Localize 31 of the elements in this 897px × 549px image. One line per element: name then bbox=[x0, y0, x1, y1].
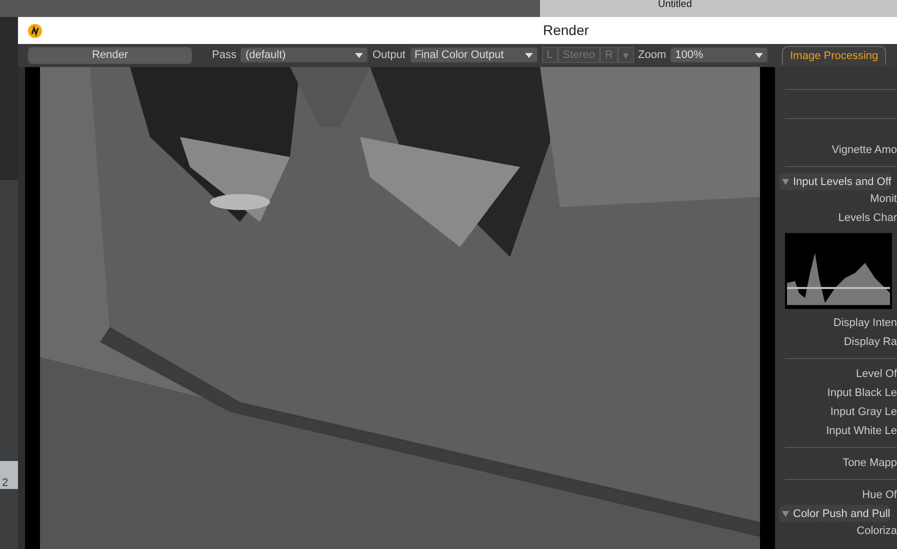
setting-label: Tone Mapp bbox=[842, 456, 897, 471]
setting-label: Coloriza bbox=[856, 524, 897, 539]
setting-label: Input Black Le bbox=[826, 386, 897, 401]
expand-arrow-icon bbox=[782, 178, 789, 184]
output-dropdown[interactable]: Final Color Output bbox=[410, 47, 538, 64]
setting-label: Display Inten bbox=[832, 316, 897, 331]
setting-label: Hue Of bbox=[861, 488, 897, 503]
ruler-label: 2 bbox=[2, 477, 8, 489]
setting-label: Vignette Amo bbox=[830, 143, 897, 158]
setting-label: Monit bbox=[869, 192, 897, 207]
section-header[interactable]: Color Push and Pull bbox=[779, 505, 890, 522]
panel-tab[interactable]: Image Processing bbox=[782, 46, 886, 65]
zoom-dropdown[interactable]: 100% bbox=[670, 47, 768, 64]
setting-label: Input White Le bbox=[825, 424, 897, 439]
setting-label: Display Ra bbox=[842, 335, 897, 350]
setting-label: Level Of bbox=[855, 367, 897, 382]
window-title: Render bbox=[543, 22, 589, 38]
expand-arrow-icon bbox=[782, 510, 789, 516]
output-label: Output bbox=[372, 49, 406, 62]
caret-icon bbox=[355, 52, 364, 58]
pass-label: Pass bbox=[212, 49, 236, 62]
render-button[interactable]: Render bbox=[28, 46, 192, 64]
tree-item[interactable]: Untitled bbox=[658, 0, 692, 9]
zoom-label: Zoom bbox=[638, 49, 666, 62]
pass-dropdown[interactable]: (default) bbox=[240, 47, 368, 64]
section-header[interactable]: Input Levels and Off bbox=[779, 173, 892, 190]
setting-label: Levels Char bbox=[837, 211, 897, 226]
caret-icon bbox=[755, 52, 764, 58]
setting-label: Input Gray Le bbox=[829, 405, 897, 420]
caret-icon bbox=[524, 52, 532, 58]
app-logo-icon bbox=[28, 24, 42, 38]
